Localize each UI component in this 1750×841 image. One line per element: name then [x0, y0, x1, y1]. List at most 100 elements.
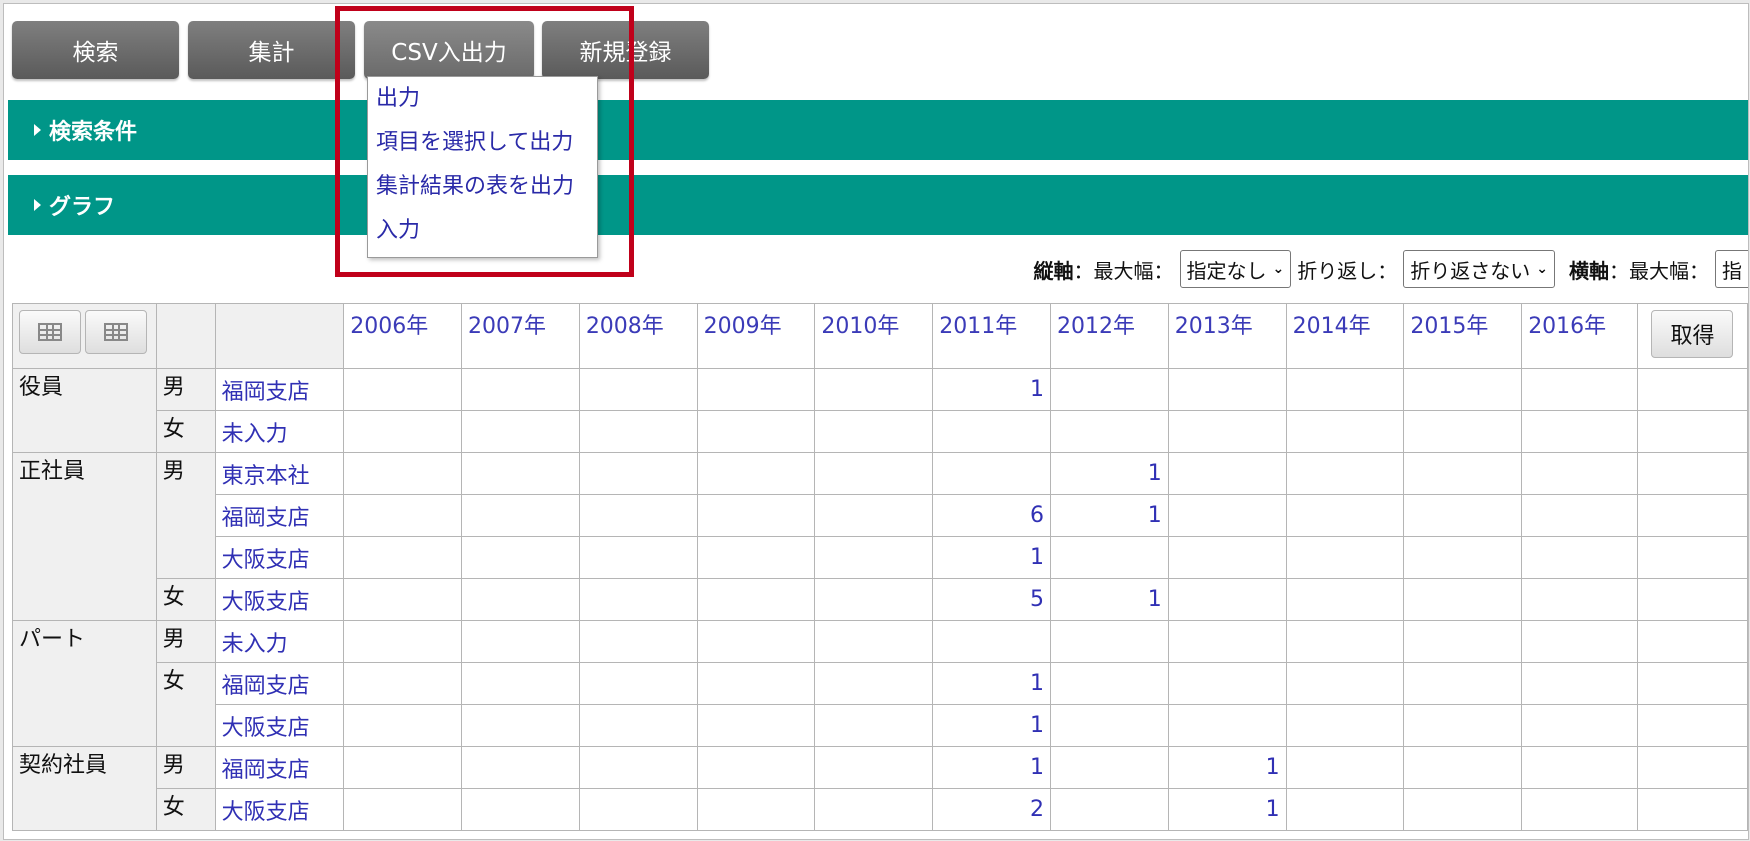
branch-link[interactable]: 大阪支店	[214, 578, 345, 621]
value-cell	[1167, 662, 1287, 705]
value-cell	[696, 410, 816, 453]
year-header[interactable]: 2006年	[343, 303, 463, 369]
value-cell[interactable]: 2	[932, 788, 1051, 831]
value-cell[interactable]: 1	[1050, 494, 1169, 537]
horizontal-max-width-select[interactable]: 指	[1715, 250, 1748, 288]
year-header[interactable]: 2015年	[1403, 303, 1523, 369]
year-header[interactable]: 2008年	[578, 303, 698, 369]
value-cell	[814, 578, 934, 621]
value-cell	[1285, 620, 1405, 663]
value-cell	[461, 578, 580, 621]
value-cell	[1521, 368, 1638, 411]
year-header[interactable]: 2011年	[932, 303, 1051, 369]
value-cell	[696, 788, 816, 831]
menu-item-export-selected-fields[interactable]: 項目を選択して出力	[368, 121, 597, 165]
value-cell	[1167, 410, 1287, 453]
year-header[interactable]: 2016年	[1521, 303, 1638, 369]
value-cell[interactable]: 1	[932, 662, 1051, 705]
value-cell	[578, 494, 698, 537]
wrap-select[interactable]: 折り返さない ⌄	[1403, 250, 1555, 288]
branch-link[interactable]: 福岡支店	[214, 746, 345, 789]
value-cell	[696, 368, 816, 411]
csv-io-button[interactable]: CSV入出力	[364, 21, 534, 79]
value-cell	[696, 704, 816, 747]
grid-icon	[38, 323, 62, 341]
category-cell: 契約社員	[12, 746, 157, 831]
year-header[interactable]: 2013年	[1167, 303, 1287, 369]
value-cell[interactable]: 1	[1050, 578, 1169, 621]
branch-link[interactable]: 福岡支店	[214, 368, 345, 411]
year-header[interactable]: 2014年	[1285, 303, 1405, 369]
value-cell	[1050, 662, 1169, 705]
value-cell	[1403, 368, 1523, 411]
value-cell	[1636, 704, 1748, 747]
branch-link[interactable]: 未入力	[214, 620, 345, 663]
table-row: 大阪支店 1	[13, 536, 1748, 579]
select-value: 指	[1722, 258, 1742, 283]
value-cell	[1403, 746, 1523, 789]
layout-toggle-button[interactable]	[85, 310, 147, 354]
branch-link[interactable]: 大阪支店	[214, 704, 345, 747]
value-cell[interactable]: 1	[1050, 452, 1169, 495]
select-value: 指定なし	[1186, 258, 1267, 283]
value-cell	[578, 746, 698, 789]
value-cell	[1285, 578, 1405, 621]
panel-title: グラフ	[49, 195, 116, 220]
branch-link[interactable]: 未入力	[214, 410, 345, 453]
value-cell	[1167, 704, 1287, 747]
value-cell	[578, 620, 698, 663]
value-cell	[814, 620, 934, 663]
year-header[interactable]: 2010年	[814, 303, 934, 369]
value-cell	[1167, 578, 1287, 621]
horizontal-axis-label: 横軸	[1569, 258, 1609, 283]
new-registration-button[interactable]: 新規登録	[542, 21, 709, 79]
value-cell[interactable]: 1	[932, 536, 1051, 579]
value-cell	[343, 704, 463, 747]
aggregate-tab-button[interactable]: 集計	[188, 21, 355, 79]
table-header-row: 2006年 2007年 2008年 2009年 2010年 2011年 2012…	[12, 303, 1748, 369]
value-cell	[696, 746, 816, 789]
value-cell[interactable]: 6	[932, 494, 1051, 537]
value-cell[interactable]: 1	[932, 368, 1051, 411]
value-cell[interactable]: 1	[932, 704, 1051, 747]
value-cell	[696, 662, 816, 705]
table-row: 福岡支店 6 1	[13, 494, 1748, 537]
branch-link[interactable]: 大阪支店	[214, 536, 345, 579]
year-header[interactable]: 2007年	[461, 303, 580, 369]
value-cell[interactable]: 5	[932, 578, 1051, 621]
value-cell[interactable]: 1	[1167, 746, 1287, 789]
branch-link[interactable]: 福岡支店	[214, 494, 345, 537]
search-tab-button[interactable]: 検索	[12, 21, 179, 79]
get-button[interactable]: 取得	[1651, 310, 1734, 358]
branch-link[interactable]: 福岡支店	[214, 662, 345, 705]
value-cell	[814, 704, 934, 747]
value-cell	[578, 662, 698, 705]
gender-cell: 男	[155, 452, 216, 579]
chevron-down-icon: ⌄	[1272, 261, 1285, 277]
value-cell	[1167, 536, 1287, 579]
value-cell[interactable]: 1	[932, 746, 1051, 789]
value-cell	[1285, 788, 1405, 831]
branch-link[interactable]: 東京本社	[214, 452, 345, 495]
year-header[interactable]: 2009年	[696, 303, 816, 369]
gender-cell: 男	[155, 746, 216, 789]
value-cell	[1285, 704, 1405, 747]
menu-item-import[interactable]: 入力	[368, 209, 597, 253]
value-cell	[343, 368, 463, 411]
csv-dropdown-menu: 出力 項目を選択して出力 集計結果の表を出力 入力	[367, 76, 598, 258]
menu-item-export[interactable]: 出力	[368, 77, 597, 121]
branch-link[interactable]: 大阪支店	[214, 788, 345, 831]
value-cell	[1285, 368, 1405, 411]
value-cell	[343, 452, 463, 495]
expand-arrow-icon	[34, 199, 41, 211]
layout-toggle-button[interactable]	[19, 310, 81, 354]
search-conditions-panel[interactable]: 検索条件	[8, 100, 1748, 160]
menu-item-export-aggregate-table[interactable]: 集計結果の表を出力	[368, 165, 597, 209]
value-cell	[814, 368, 934, 411]
value-cell[interactable]: 1	[1167, 788, 1287, 831]
year-header[interactable]: 2012年	[1050, 303, 1169, 369]
vertical-max-width-select[interactable]: 指定なし ⌄	[1179, 250, 1292, 288]
graph-panel[interactable]: グラフ	[8, 175, 1748, 235]
value-cell	[1521, 494, 1638, 537]
value-cell	[1636, 788, 1748, 831]
